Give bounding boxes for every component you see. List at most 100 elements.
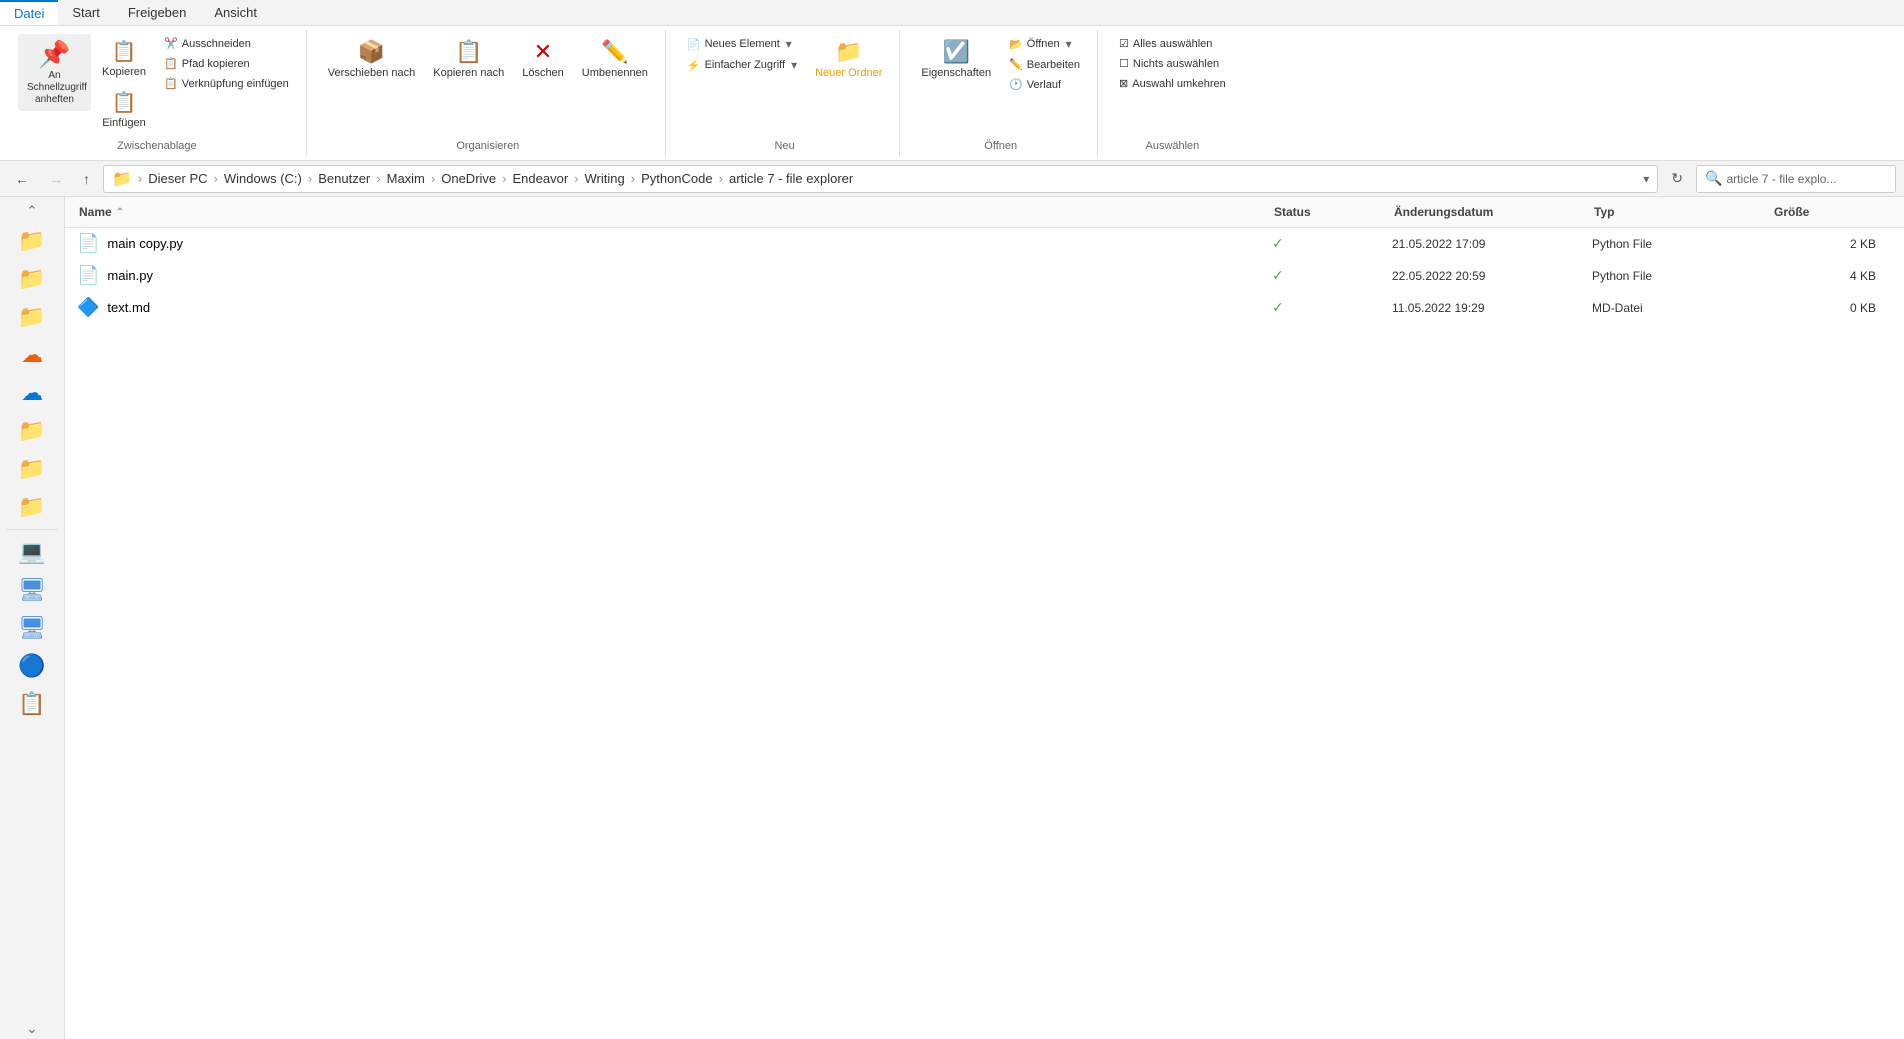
file-list: Name ⌃ Status Änderungsdatum Typ Größe 📄…: [65, 197, 1904, 1039]
organize-items: 📦 Verschieben nach 📋 Kopieren nach ✕ Lös…: [321, 34, 655, 134]
easy-access-button[interactable]: ⚡ Einfacher Zugriff ▾: [680, 55, 804, 75]
sidebar-item-this-pc[interactable]: 💻: [8, 534, 56, 570]
select-all-button[interactable]: ☑ Alles auswählen: [1112, 34, 1233, 53]
sidebar-item-folder-2[interactable]: 📁: [8, 261, 56, 297]
paste-icon: 📋: [112, 90, 137, 115]
search-icon: 🔍: [1705, 170, 1722, 187]
edit-button[interactable]: ✏️ Bearbeiten: [1002, 55, 1087, 74]
folder-icon-2: 📁: [18, 266, 45, 292]
edit-label: Bearbeiten: [1027, 59, 1080, 71]
col-name-label: Name: [79, 205, 112, 219]
breadcrumb-dieser-pc[interactable]: Dieser PC: [148, 171, 207, 186]
open-group-label: Öffnen: [984, 136, 1017, 152]
sidebar-item-onedrive-orange[interactable]: ☁: [8, 337, 56, 373]
invert-button[interactable]: ⊠ Auswahl umkehren: [1112, 74, 1233, 93]
up-button[interactable]: ↑: [76, 167, 97, 191]
address-bar: ← → ↑ 📁 › Dieser PC › Windows (C:) › Ben…: [0, 161, 1904, 197]
delete-label: Löschen: [522, 67, 564, 79]
status-icon: ✓: [1272, 299, 1284, 315]
select-all-icon: ☑: [1119, 37, 1129, 50]
network-icon-2: 🖥: [18, 615, 46, 641]
sidebar-item-folder-6[interactable]: 📁: [8, 489, 56, 525]
paste-button[interactable]: 📋 Einfügen: [95, 85, 152, 134]
col-header-size[interactable]: Größe: [1772, 201, 1892, 223]
breadcrumb-sep-0: ›: [138, 171, 142, 186]
breadcrumb[interactable]: 📁 › Dieser PC › Windows (C:) › Benutzer …: [103, 165, 1658, 193]
easy-access-label: Einfacher Zugriff: [705, 59, 786, 71]
table-row[interactable]: 📄 main.py ✓ 22.05.2022 20:59 Python File…: [65, 260, 1904, 292]
cut-button[interactable]: ✂️ Ausschneiden: [157, 34, 296, 53]
col-header-status[interactable]: Status: [1272, 201, 1392, 223]
file-status: ✓: [1272, 299, 1392, 316]
history-button[interactable]: 🕐 Verlauf: [1002, 75, 1087, 94]
breadcrumb-writing[interactable]: Writing: [585, 171, 625, 186]
select-none-button[interactable]: ☐ Nichts auswählen: [1112, 54, 1233, 73]
ribbon-tab-bar: Datei Start Freigeben Ansicht: [0, 0, 1904, 26]
properties-button[interactable]: ☑️ Eigenschaften: [914, 34, 998, 84]
file-status: ✓: [1272, 267, 1392, 284]
delete-button[interactable]: ✕ Löschen: [515, 34, 571, 84]
sidebar-item-folder-5[interactable]: 📁: [8, 451, 56, 487]
forward-button[interactable]: →: [42, 167, 70, 191]
new-folder-button[interactable]: 📁 Neuer Ordner: [808, 34, 889, 84]
breadcrumb-pythoncode[interactable]: PythonCode: [641, 171, 713, 186]
sidebar-item-list[interactable]: 📋: [8, 686, 56, 722]
edit-icon: ✏️: [1009, 58, 1023, 71]
breadcrumb-windows[interactable]: Windows (C:): [224, 171, 302, 186]
tab-datei[interactable]: Datei: [0, 0, 58, 25]
breadcrumb-dropdown-arrow[interactable]: ▾: [1643, 172, 1649, 186]
path-copy-icon: 📋: [164, 57, 178, 70]
copy-to-button[interactable]: 📋 Kopieren nach: [426, 34, 511, 84]
refresh-button[interactable]: ↻: [1664, 166, 1690, 191]
breadcrumb-maxim[interactable]: Maxim: [387, 171, 425, 186]
col-header-date[interactable]: Änderungsdatum: [1392, 201, 1592, 223]
sidebar-item-folder-3[interactable]: 📁: [8, 299, 56, 335]
folder-icon-6: 📁: [18, 494, 45, 520]
breadcrumb-article7[interactable]: article 7 - file explorer: [729, 171, 853, 186]
table-row[interactable]: 📄 main copy.py ✓ 21.05.2022 17:09 Python…: [65, 228, 1904, 260]
select-items: ☑ Alles auswählen ☐ Nichts auswählen ⊠ A…: [1112, 34, 1233, 134]
new-col-1: 📄 Neues Element ▾ ⚡ Einfacher Zugriff ▾: [680, 34, 804, 75]
search-box[interactable]: 🔍: [1696, 165, 1896, 193]
breadcrumb-endeavor[interactable]: Endeavor: [513, 171, 569, 186]
sidebar-item-folder-1[interactable]: 📁: [8, 223, 56, 259]
table-row[interactable]: 🔷 text.md ✓ 11.05.2022 19:29 MD-Datei 0 …: [65, 292, 1904, 324]
select-none-label: Nichts auswählen: [1133, 58, 1219, 70]
tab-freigeben[interactable]: Freigeben: [114, 0, 201, 25]
sidebar-scroll-up[interactable]: ⌃: [0, 201, 64, 221]
select-none-icon: ☐: [1119, 57, 1129, 70]
organize-group-label: Organisieren: [456, 136, 519, 152]
sidebar-item-onedrive-blue[interactable]: ☁: [8, 375, 56, 411]
folder-icon-5: 📁: [18, 456, 45, 482]
file-name: text.md: [107, 300, 150, 315]
sidebar-item-network-2[interactable]: 🖥: [8, 610, 56, 646]
move-button[interactable]: 📦 Verschieben nach: [321, 34, 422, 84]
open-button[interactable]: 📂 Öffnen ▾: [1002, 34, 1087, 54]
tab-ansicht[interactable]: Ansicht: [200, 0, 271, 25]
tab-start[interactable]: Start: [58, 0, 113, 25]
sidebar-item-blue[interactable]: 🔵: [8, 648, 56, 684]
col-header-type[interactable]: Typ: [1592, 201, 1772, 223]
copy-button[interactable]: 📋 Kopieren: [95, 34, 153, 83]
sidebar-item-network-1[interactable]: 🖥: [8, 572, 56, 608]
breadcrumb-sep-1: ›: [214, 171, 218, 186]
new-item-button[interactable]: 📄 Neues Element ▾: [680, 34, 804, 54]
search-input[interactable]: [1726, 172, 1887, 186]
back-button[interactable]: ←: [8, 167, 36, 191]
path-copy-button[interactable]: 📋 Pfad kopieren: [157, 54, 296, 73]
pin-button[interactable]: 📌 An Schnellzugriff anheften: [18, 34, 91, 111]
file-icon: 📄: [77, 233, 99, 254]
breadcrumb-onedrive[interactable]: OneDrive: [441, 171, 496, 186]
breadcrumb-benutzer[interactable]: Benutzer: [318, 171, 370, 186]
rename-button[interactable]: ✏️ Umbenennen: [575, 34, 655, 84]
file-size: 4 KB: [1772, 269, 1892, 283]
file-name-cell: 🔷 text.md: [77, 297, 1272, 318]
file-type: MD-Datei: [1592, 301, 1772, 315]
shortcut-button[interactable]: 📋 Verknüpfung einfügen: [157, 74, 296, 93]
file-icon: 📄: [77, 265, 99, 286]
col-type-label: Typ: [1594, 205, 1614, 219]
col-header-name[interactable]: Name ⌃: [77, 201, 1272, 223]
sidebar-scroll-down[interactable]: ⌄: [0, 1019, 64, 1039]
folder-icon-4: 📁: [18, 418, 45, 444]
sidebar-item-folder-4[interactable]: 📁: [8, 413, 56, 449]
